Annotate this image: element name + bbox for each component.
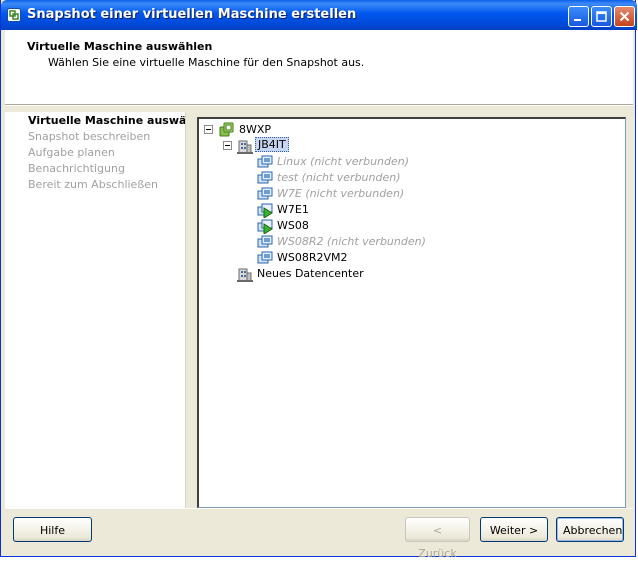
wizard-window: Snapshot einer virtuellen Maschine erste…	[0, 0, 637, 560]
datacenter-icon	[237, 268, 253, 282]
vcenter-icon	[219, 122, 234, 137]
vm-icon	[257, 251, 273, 264]
tree-node-label: W7E (nicht verbunden)	[277, 187, 405, 200]
header-divider	[5, 105, 633, 106]
close-button[interactable]	[614, 6, 635, 27]
cancel-button[interactable]: Abbrechen	[556, 517, 624, 542]
pane-splitter[interactable]	[185, 112, 196, 508]
back-button[interactable]: < Zurück	[405, 517, 470, 560]
maximize-button[interactable]	[591, 6, 612, 27]
tree-node-label: test (nicht verbunden)	[277, 171, 401, 184]
tree-node-label: 8WXP	[239, 123, 272, 136]
tree-node-label: WS08	[277, 219, 309, 232]
vm-icon	[257, 235, 273, 248]
minimize-button[interactable]	[568, 6, 589, 27]
vm-running-icon	[257, 203, 273, 218]
tree-node-label: WS08R2 (nicht verbunden)	[277, 235, 426, 248]
tree-node-label: W7E1	[277, 203, 309, 216]
step-select-vm[interactable]: Virtuelle Maschine auswählen	[28, 114, 185, 127]
collapse-datacenter-toggle[interactable]	[223, 141, 232, 150]
title-bar[interactable]: Snapshot einer virtuellen Maschine erste…	[1, 0, 637, 30]
window-title: Snapshot einer virtuellen Maschine erste…	[27, 7, 357, 22]
vsphere-app-icon	[7, 8, 21, 22]
close-icon	[619, 11, 630, 22]
datacenter-icon	[237, 140, 253, 154]
inventory-tree[interactable]: 8WXP JB4IT Linux (nicht verbunden) test …	[197, 117, 626, 508]
minimize-icon	[574, 19, 581, 21]
wizard-steps: Virtuelle Maschine auswählen Snapshot be…	[5, 112, 185, 508]
tree-node-label: Linux (nicht verbunden)	[277, 155, 410, 168]
vm-running-icon	[257, 219, 273, 234]
help-button[interactable]: Hilfe	[13, 517, 92, 542]
button-bar: Hilfe < Zurück Weiter > Abbrechen	[5, 508, 633, 560]
maximize-icon	[596, 11, 607, 22]
wizard-header: Virtuelle Maschine auswählen Wählen Sie …	[5, 30, 633, 105]
tree-node-label: WS08R2VM2	[277, 251, 348, 264]
vm-icon	[257, 187, 273, 200]
step-notification: Benachrichtigung	[28, 162, 125, 175]
step-ready: Bereit zum Abschließen	[28, 178, 158, 191]
step-describe-snapshot: Snapshot beschreiben	[28, 130, 151, 143]
collapse-root-toggle[interactable]	[204, 125, 213, 134]
next-button[interactable]: Weiter >	[480, 517, 548, 542]
page-subtitle: Wählen Sie eine virtuelle Maschine für d…	[48, 56, 365, 69]
vm-icon	[257, 171, 273, 184]
vm-icon	[257, 155, 273, 168]
tree-node-label: Neues Datencenter	[257, 267, 364, 280]
tree-node-label-selected: JB4IT	[255, 137, 289, 152]
step-schedule-task: Aufgabe planen	[28, 146, 115, 159]
page-title: Virtuelle Maschine auswählen	[27, 40, 213, 53]
